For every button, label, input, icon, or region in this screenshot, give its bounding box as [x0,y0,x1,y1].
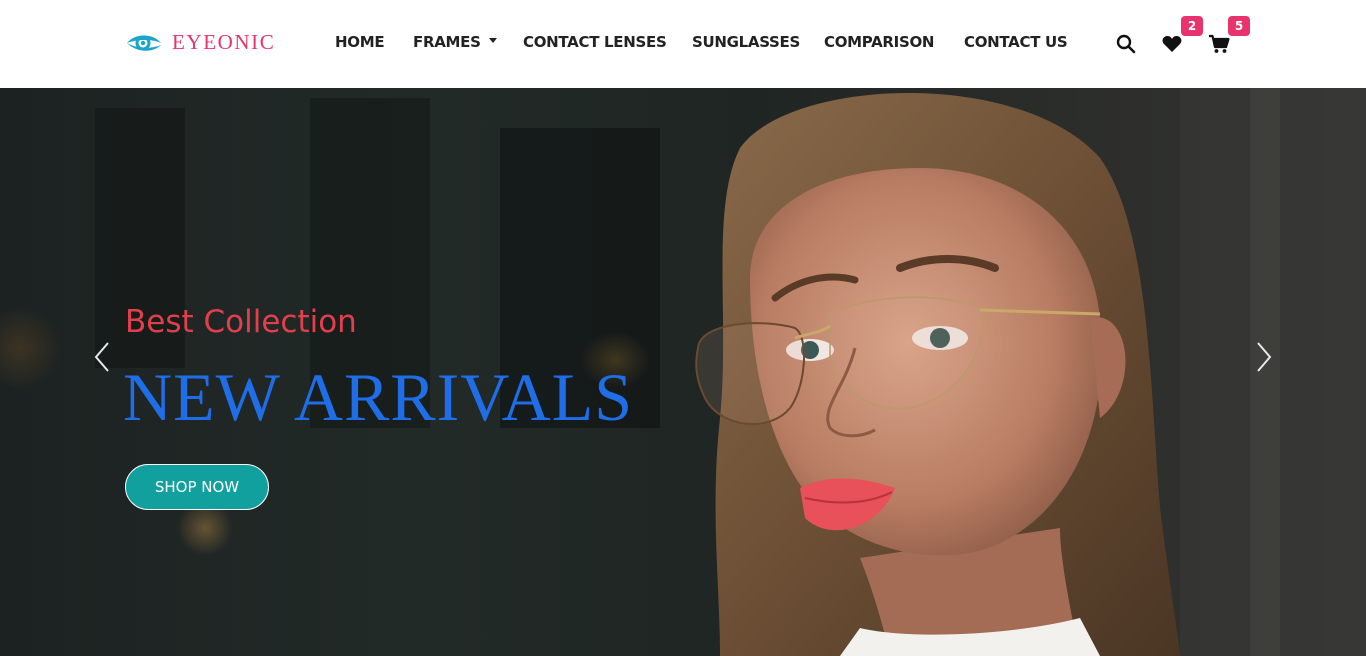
carousel-next-button[interactable] [1254,340,1274,374]
nav-contact-us[interactable]: CONTACT US [964,33,1068,51]
nav-comparison[interactable]: COMPARISON [824,33,934,51]
site-header: EYEONIC HOME FRAMES CONTACT LENSES SUNGL… [0,0,1366,88]
carousel-prev-button[interactable] [92,340,112,374]
brand-name: EYEONIC [172,30,276,54]
nav-sunglasses[interactable]: SUNGLASSES [692,33,800,51]
search-icon [1116,34,1136,54]
hero-title: NEW ARRIVALS [123,359,634,435]
chevron-right-icon [1257,342,1272,372]
hero-slider: Best Collection NEW ARRIVALS SHOP NOW [0,88,1366,656]
cart-button[interactable]: 5 [1208,16,1250,55]
cart-icon [1209,34,1230,53]
shop-now-button[interactable]: SHOP NOW [125,464,269,510]
nav-home[interactable]: HOME [335,33,385,51]
caret-down-icon [488,38,497,43]
eye-logo-icon [127,35,161,51]
wishlist-count-badge: 2 [1181,16,1203,36]
wishlist-button[interactable]: 2 [1161,16,1203,55]
heart-icon [1162,36,1182,52]
brand-logo[interactable]: EYEONIC [125,30,275,55]
hero-subtitle: Best Collection [125,304,357,340]
model-with-glasses-image [695,93,1180,656]
nav-frames[interactable]: FRAMES [413,33,497,51]
cart-count-badge: 5 [1228,16,1250,36]
chevron-left-icon [94,342,109,372]
nav-frames-label: FRAMES [413,33,481,51]
search-button[interactable] [1115,33,1137,55]
nav-contact-lenses[interactable]: CONTACT LENSES [523,33,667,51]
